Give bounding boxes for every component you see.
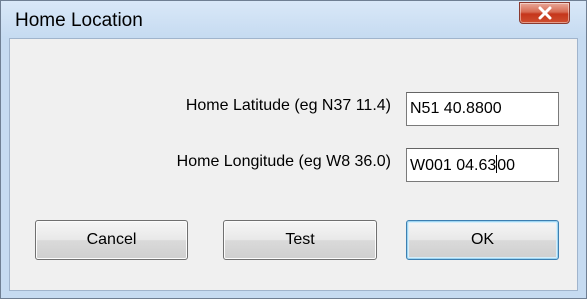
longitude-value-before-caret: W001 04.63 <box>410 157 497 174</box>
latitude-input[interactable]: N51 40.8800 <box>406 92 559 126</box>
latitude-value: N51 40.8800 <box>410 100 502 117</box>
cancel-button[interactable]: Cancel <box>35 220 188 260</box>
longitude-value-after-caret: 00 <box>497 157 516 174</box>
longitude-input[interactable]: W001 04.6300 <box>406 148 559 182</box>
window-title: Home Location <box>15 10 143 31</box>
dialog-body: Home Latitude (eg N37 11.4) N51 40.8800 … <box>9 38 578 291</box>
close-icon <box>538 6 552 20</box>
ok-button[interactable]: OK <box>406 220 559 260</box>
title-bar[interactable]: Home Location <box>1 1 586 37</box>
test-button[interactable]: Test <box>223 220 377 260</box>
longitude-label: Home Longitude (eg W8 36.0) <box>176 153 391 170</box>
home-location-dialog: Home Location Home Latitude (eg N37 11.4… <box>0 0 587 299</box>
latitude-label: Home Latitude (eg N37 11.4) <box>185 97 391 114</box>
close-button[interactable] <box>519 2 570 24</box>
